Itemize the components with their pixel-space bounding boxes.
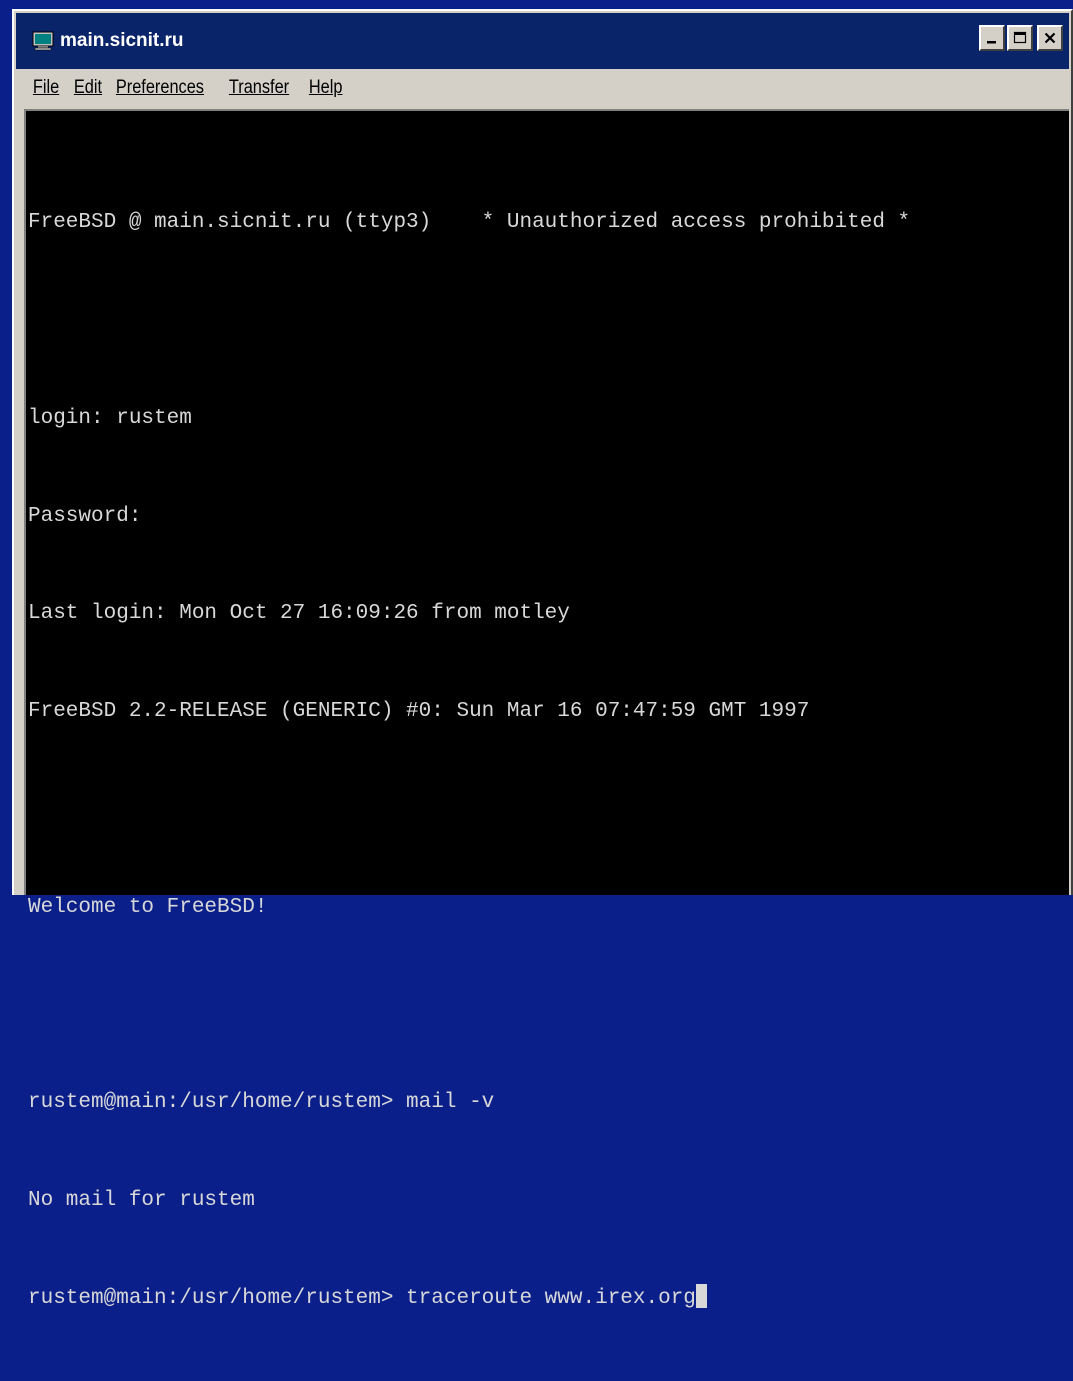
minimize-icon bbox=[987, 41, 996, 44]
menu-file[interactable]: File bbox=[26, 77, 66, 99]
terminal-output: FreeBSD @ main.sicnit.ru (ttyp3) * Unaut… bbox=[28, 142, 910, 1381]
menu-preferences-label: Preferences bbox=[116, 77, 205, 98]
terminal-screen[interactable]: FreeBSD @ main.sicnit.ru (ttyp3) * Unaut… bbox=[24, 109, 1069, 1310]
minimize-button[interactable] bbox=[979, 25, 1005, 51]
terminal-line: Welcome to FreeBSD! bbox=[28, 895, 268, 919]
title-bar[interactable]: main.sicnit.ru bbox=[16, 13, 1069, 69]
terminal-command: rustem@main:/usr/home/rustem> traceroute… bbox=[28, 1286, 696, 1310]
window-controls bbox=[979, 25, 1063, 51]
window-title: main.sicnit.ru bbox=[60, 30, 184, 51]
terminal-line: No mail for rustem bbox=[28, 1189, 255, 1212]
text-cursor bbox=[695, 1283, 707, 1308]
maximize-button[interactable] bbox=[1007, 25, 1033, 51]
menu-help[interactable]: Help bbox=[302, 77, 349, 99]
terminal-line: FreeBSD @ main.sicnit.ru (ttyp3) * Unaut… bbox=[28, 211, 911, 235]
terminal-prompt-line[interactable]: rustem@main:/usr/home/rustem> traceroute… bbox=[28, 1283, 910, 1316]
terminal-icon bbox=[32, 31, 54, 51]
menu-file-label: File bbox=[32, 77, 60, 98]
terminal-line: Password: bbox=[28, 504, 142, 528]
menu-edit[interactable]: Edit bbox=[67, 77, 109, 99]
menu-transfer[interactable]: Transfer bbox=[222, 77, 296, 99]
terminal-line: rustem@main:/usr/home/rustem> mail -v bbox=[28, 1091, 495, 1115]
close-icon bbox=[1044, 32, 1056, 44]
menu-bar: File Edit Preferences Transfer Help bbox=[16, 69, 1069, 107]
terminal-line: login: rustem bbox=[28, 406, 192, 430]
menu-preferences[interactable]: Preferences bbox=[109, 77, 211, 99]
terminal-line: FreeBSD 2.2-RELEASE (GENERIC) #0: Sun Ma… bbox=[28, 700, 810, 724]
telnet-window: main.sicnit.ru File Edit Preferences Tra… bbox=[12, 9, 1073, 1310]
close-button[interactable] bbox=[1037, 25, 1063, 51]
maximize-icon bbox=[1013, 31, 1027, 44]
menu-edit-label: Edit bbox=[73, 77, 102, 98]
menu-help-label: Help bbox=[308, 77, 343, 98]
terminal-line: Last login: Mon Oct 27 16:09:26 from mot… bbox=[28, 602, 570, 626]
menu-transfer-label: Transfer bbox=[228, 77, 289, 98]
